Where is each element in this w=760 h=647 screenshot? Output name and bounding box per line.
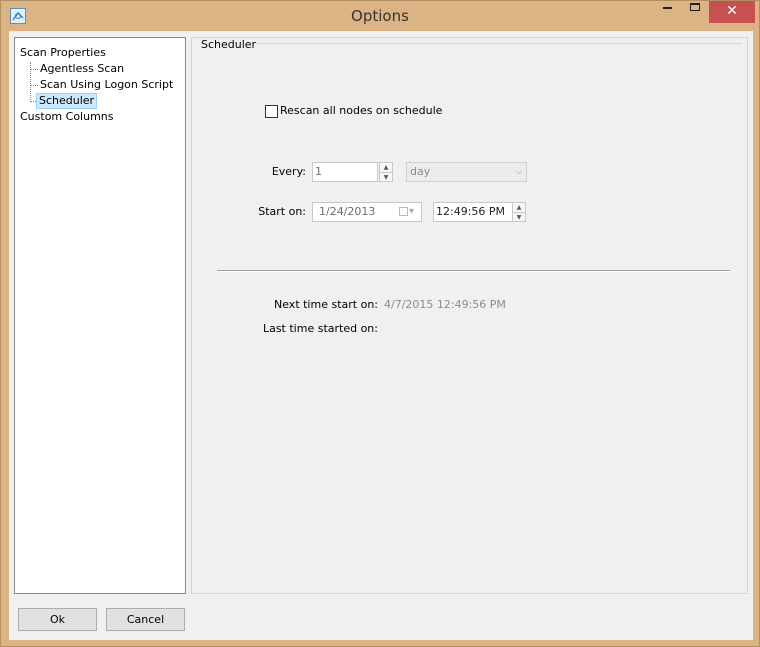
start-date-value: 1/24/2013 — [319, 205, 376, 218]
tree-connector — [30, 62, 31, 102]
window-title: Options — [351, 7, 409, 25]
tree-item-scheduler[interactable]: Scheduler — [36, 93, 98, 109]
tree-item-agentless-scan[interactable]: Agentless Scan — [40, 61, 124, 77]
groupbox-line — [256, 43, 742, 44]
close-icon: ✕ — [726, 3, 738, 19]
options-window: Options ✕ Scan Properties Agentless Scan… — [0, 0, 760, 647]
spin-up-icon[interactable]: ▲ — [513, 203, 525, 212]
start-time-input[interactable]: 12:49:56 PM — [433, 202, 513, 222]
every-input[interactable]: 1 — [312, 162, 378, 182]
tree-item-custom-columns[interactable]: Custom Columns — [20, 109, 114, 125]
tree-item-scan-properties[interactable]: Scan Properties — [20, 45, 106, 61]
calendar-icon[interactable]: ▾ — [399, 205, 419, 219]
start-date-picker[interactable]: 1/24/2013 ▾ — [312, 202, 422, 222]
start-time-stepper[interactable]: ▲ ▼ — [512, 202, 526, 222]
interval-unit-value: day — [410, 165, 431, 178]
last-time-label: Last time started on: — [262, 322, 378, 335]
start-on-label: Start on: — [258, 205, 306, 218]
separator — [217, 270, 730, 272]
options-tree[interactable]: Scan Properties Agentless Scan Scan Usin… — [14, 37, 186, 594]
scheduler-panel: Scheduler Rescan all nodes on schedule E… — [191, 37, 748, 594]
minimize-icon — [662, 6, 672, 9]
maximize-button[interactable] — [681, 1, 709, 23]
every-label: Every: — [271, 165, 306, 178]
rescan-checkbox[interactable] — [265, 105, 278, 118]
next-time-label: Next time start on: — [274, 298, 378, 311]
title-bar[interactable]: Options ✕ — [1, 1, 759, 31]
spin-down-icon[interactable]: ▼ — [513, 212, 525, 221]
interval-unit-select[interactable]: day ⌵ — [406, 162, 527, 182]
close-button[interactable]: ✕ — [709, 1, 755, 23]
spin-down-icon[interactable]: ▼ — [380, 172, 392, 181]
maximize-icon — [690, 2, 700, 11]
tree-connector — [31, 85, 38, 86]
tree-connector — [31, 69, 38, 70]
every-stepper[interactable]: ▲ ▼ — [379, 162, 393, 182]
panel-title: Scheduler — [201, 38, 257, 51]
minimize-button[interactable] — [653, 1, 681, 23]
client-area: Scan Properties Agentless Scan Scan Usin… — [9, 31, 753, 640]
tree-item-scan-using-logon-script[interactable]: Scan Using Logon Script — [40, 77, 173, 93]
cancel-button[interactable]: Cancel — [106, 608, 185, 631]
chevron-down-icon: ⌵ — [515, 167, 522, 177]
spin-up-icon[interactable]: ▲ — [380, 163, 392, 172]
rescan-checkbox-label[interactable]: Rescan all nodes on schedule — [280, 104, 442, 117]
next-time-value: 4/7/2015 12:49:56 PM — [384, 298, 506, 311]
ok-button[interactable]: Ok — [18, 608, 97, 631]
